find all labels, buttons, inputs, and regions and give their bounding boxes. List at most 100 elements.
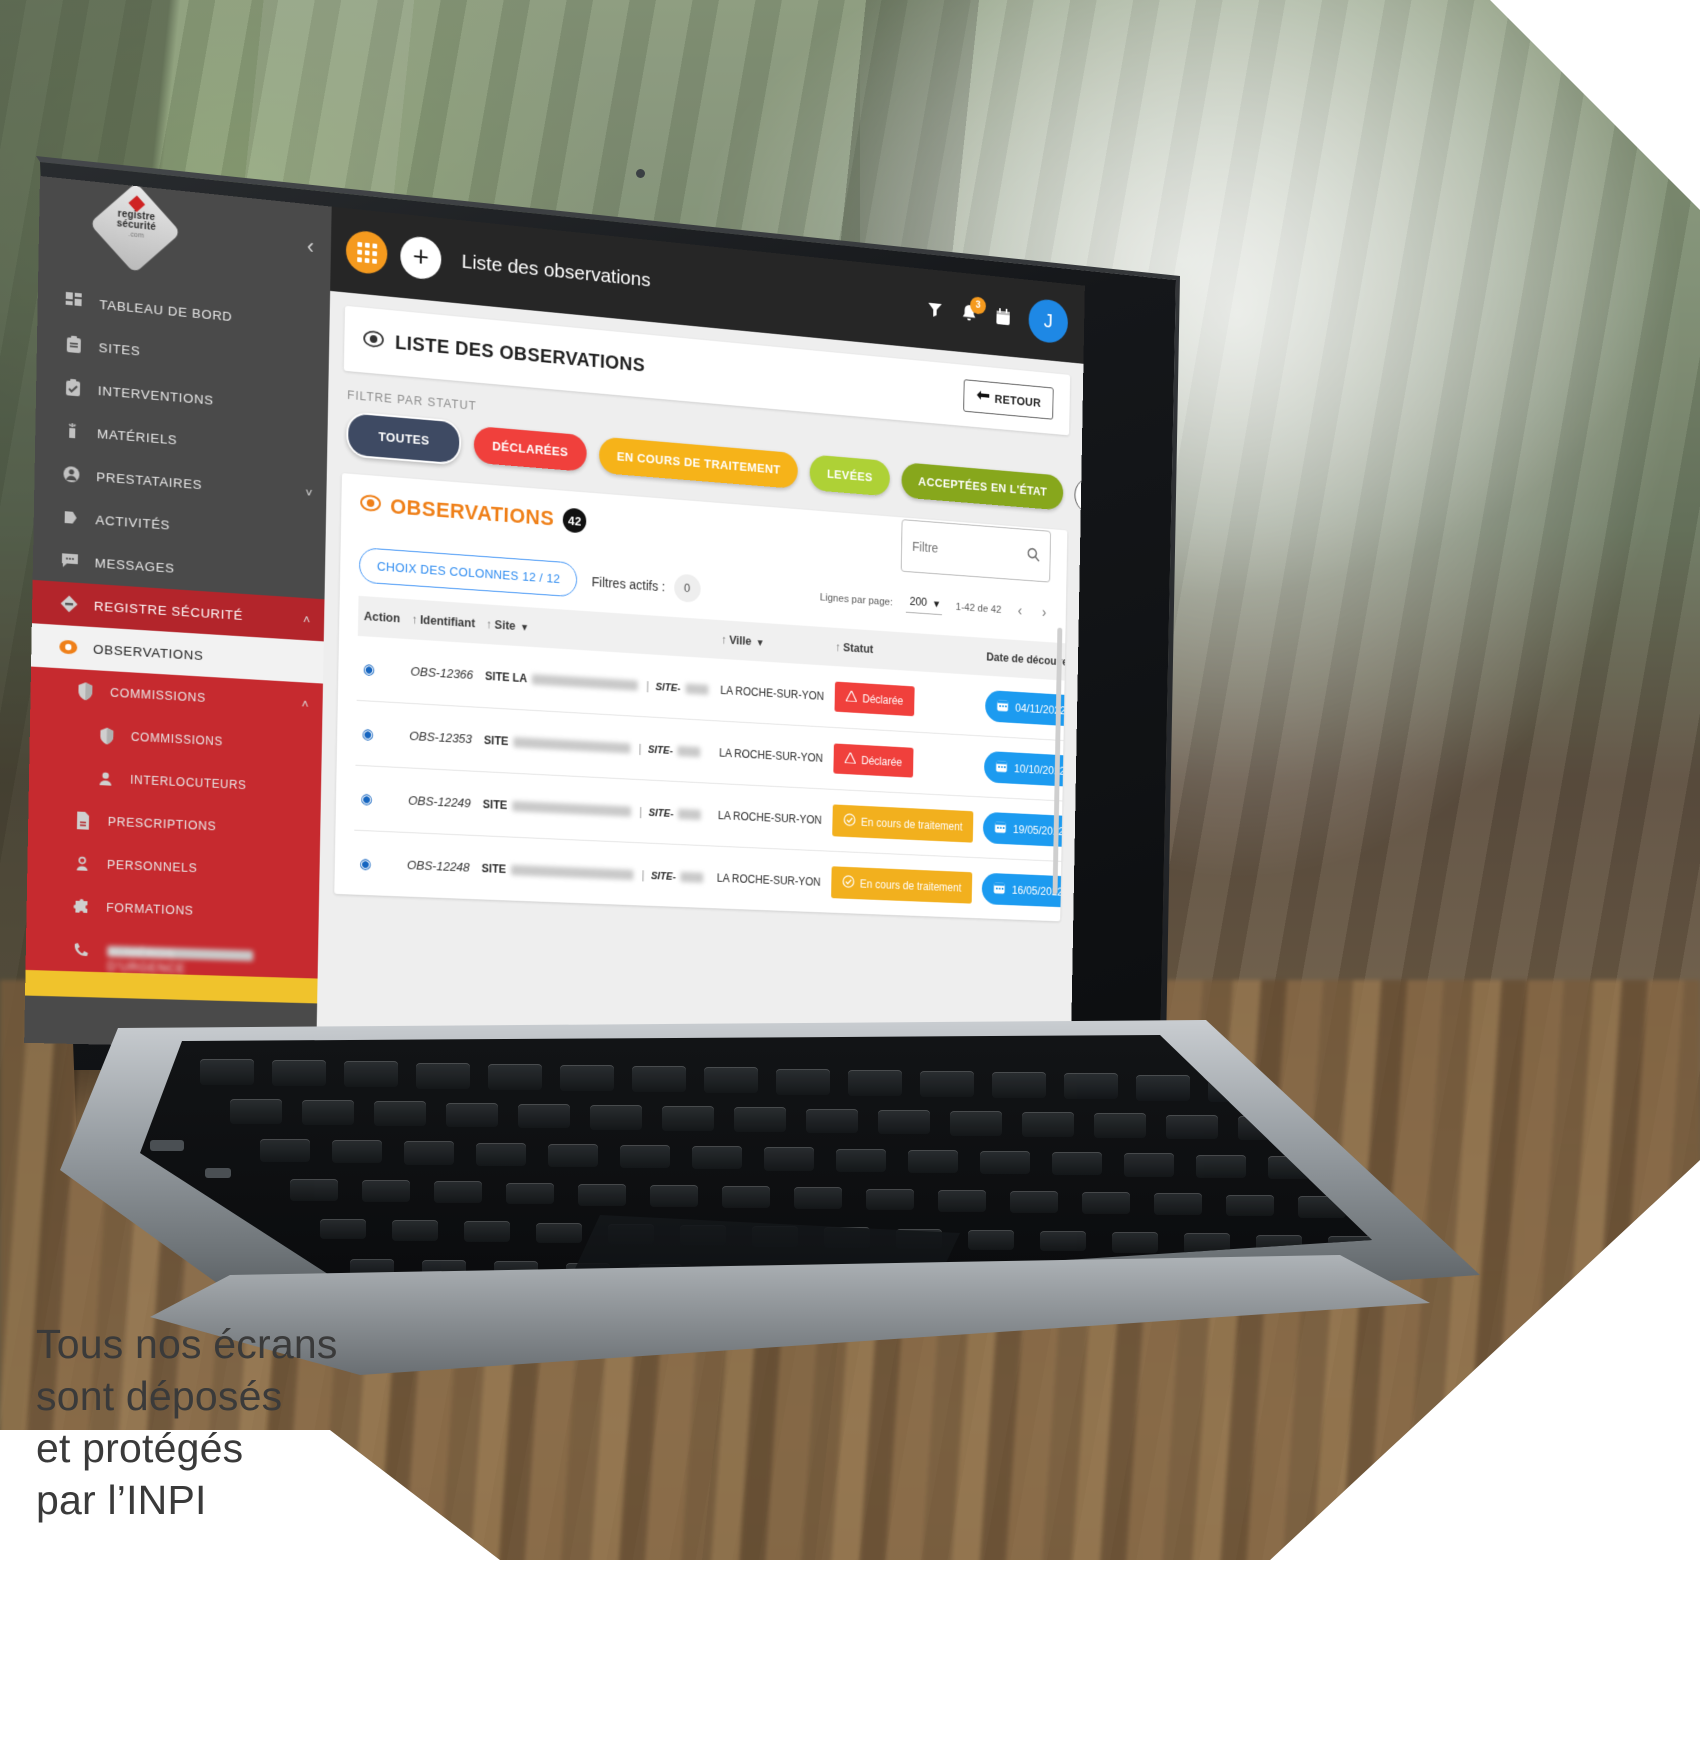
status-chip-en-cours-de-traitement[interactable]: EN COURS DE TRAITEMENT bbox=[598, 436, 799, 489]
keyboard-key[interactable] bbox=[1226, 1194, 1274, 1217]
keyboard-key[interactable] bbox=[1094, 1113, 1146, 1138]
keyboard-key[interactable] bbox=[200, 1059, 254, 1085]
keyboard-key[interactable] bbox=[476, 1142, 526, 1166]
keyboard-key[interactable] bbox=[632, 1066, 686, 1093]
pagination-prev-icon[interactable]: ‹ bbox=[1014, 603, 1025, 620]
keyboard-key[interactable] bbox=[836, 1148, 886, 1172]
keyboard-key[interactable] bbox=[1064, 1073, 1118, 1100]
status-chip-acceptees-en-letat[interactable]: ACCEPTÉES EN L'ÉTAT bbox=[901, 462, 1064, 511]
cell-action[interactable]: ◉ bbox=[353, 830, 402, 897]
keyboard-key[interactable] bbox=[272, 1060, 326, 1087]
keyboard-key[interactable] bbox=[260, 1139, 310, 1163]
cell-action[interactable]: ◉ bbox=[354, 765, 404, 833]
search-input[interactable] bbox=[912, 538, 1021, 562]
funnel-icon[interactable] bbox=[927, 301, 942, 319]
cell-action[interactable]: ◉ bbox=[351, 895, 401, 922]
keyboard-key[interactable] bbox=[650, 1185, 698, 1207]
eye-icon[interactable]: ◉ bbox=[362, 725, 375, 742]
avatar[interactable]: J bbox=[1028, 297, 1069, 345]
keyboard-key[interactable] bbox=[548, 1143, 598, 1167]
cell-action[interactable]: ◉ bbox=[355, 700, 405, 768]
keyboard-key[interactable] bbox=[776, 1068, 830, 1095]
keyboard-key[interactable] bbox=[536, 1222, 582, 1243]
keyboard-key[interactable] bbox=[488, 1063, 542, 1090]
keyboard-key[interactable] bbox=[302, 1100, 354, 1125]
keyboard-key[interactable] bbox=[1166, 1114, 1218, 1140]
add-button[interactable]: + bbox=[400, 234, 442, 281]
keyboard-key[interactable] bbox=[1196, 1154, 1246, 1178]
search-box[interactable] bbox=[900, 519, 1052, 583]
keyboard-key[interactable] bbox=[620, 1145, 670, 1169]
pagination-next-icon[interactable]: › bbox=[1038, 604, 1049, 621]
keyboard-key[interactable] bbox=[518, 1103, 570, 1129]
keyboard-key[interactable] bbox=[404, 1141, 454, 1165]
chevron-up-icon[interactable]: ˄ bbox=[301, 696, 309, 711]
keyboard-key[interactable] bbox=[1112, 1232, 1158, 1253]
keyboard-key[interactable] bbox=[590, 1105, 642, 1130]
eye-icon[interactable]: ◉ bbox=[358, 920, 371, 921]
eye-icon[interactable]: ◉ bbox=[363, 661, 376, 678]
keyboard-key[interactable] bbox=[992, 1072, 1046, 1099]
keyboard-key[interactable] bbox=[374, 1101, 426, 1126]
calendar-icon[interactable] bbox=[996, 307, 1011, 325]
search-icon[interactable] bbox=[1027, 546, 1040, 564]
keyboard-key[interactable] bbox=[734, 1107, 786, 1132]
funnel-icon[interactable]: ▼ bbox=[756, 638, 765, 649]
keyboard-key[interactable] bbox=[434, 1181, 482, 1204]
keyboard-key[interactable] bbox=[320, 1219, 366, 1240]
sidebar-item-numeros-d-urgence[interactable]: NUMÉROS D'URGENCE bbox=[25, 927, 318, 979]
columns-chooser-button[interactable]: CHOIX DES COLONNES 12 / 12 bbox=[358, 547, 578, 598]
keyboard-key[interactable] bbox=[866, 1188, 914, 1211]
apps-button[interactable] bbox=[345, 229, 388, 276]
keyboard-key[interactable] bbox=[806, 1108, 858, 1134]
keyboard-key[interactable] bbox=[764, 1147, 814, 1171]
keyboard-key[interactable] bbox=[950, 1111, 1002, 1136]
keyboard-key[interactable] bbox=[1040, 1231, 1086, 1252]
eye-icon[interactable]: ◉ bbox=[360, 790, 373, 807]
keyboard-key[interactable] bbox=[1052, 1152, 1102, 1176]
keyboard-key[interactable] bbox=[938, 1189, 986, 1212]
keyboard-key[interactable] bbox=[464, 1221, 510, 1242]
keyboard-key[interactable] bbox=[392, 1220, 438, 1241]
keyboard-key[interactable] bbox=[1136, 1074, 1190, 1101]
chevron-up-icon[interactable]: ˄ bbox=[303, 612, 311, 627]
keyboard-key[interactable] bbox=[332, 1140, 382, 1164]
eye-icon[interactable]: ◉ bbox=[359, 855, 372, 872]
funnel-icon[interactable]: ▼ bbox=[520, 623, 529, 634]
rows-per-page-select[interactable]: 200 ▾ bbox=[906, 594, 943, 615]
keyboard-key[interactable] bbox=[1082, 1192, 1130, 1214]
keyboard-key[interactable] bbox=[290, 1179, 338, 1201]
keyboard-key[interactable] bbox=[1022, 1112, 1074, 1137]
keyboard-key[interactable] bbox=[908, 1149, 958, 1173]
bell-icon[interactable]: 3 bbox=[961, 295, 987, 324]
back-button[interactable]: RETOUR bbox=[962, 379, 1054, 420]
keyboard-key[interactable] bbox=[446, 1102, 498, 1128]
keyboard-key[interactable] bbox=[848, 1069, 902, 1096]
cloud-upload-button[interactable] bbox=[1074, 475, 1084, 517]
keyboard-key[interactable] bbox=[1154, 1193, 1202, 1216]
chevron-down-icon[interactable]: ˅ bbox=[305, 485, 313, 500]
keyboard-key[interactable] bbox=[794, 1187, 842, 1210]
keyboard-key[interactable] bbox=[968, 1229, 1014, 1251]
keyboard-key[interactable] bbox=[980, 1151, 1030, 1175]
keyboard-key[interactable] bbox=[878, 1109, 930, 1135]
keyboard-key[interactable] bbox=[416, 1062, 470, 1089]
keyboard-key[interactable] bbox=[920, 1071, 974, 1097]
cell-action[interactable]: ◉ bbox=[356, 635, 406, 704]
keyboard-key[interactable] bbox=[560, 1065, 614, 1091]
keyboard-key[interactable] bbox=[344, 1061, 398, 1088]
keyboard-key[interactable] bbox=[1124, 1153, 1174, 1177]
sidebar-collapse-icon[interactable]: ‹ bbox=[307, 234, 314, 260]
keyboard-key[interactable] bbox=[722, 1186, 770, 1208]
keyboard-key[interactable] bbox=[362, 1180, 410, 1202]
th-identifiant[interactable]: ↑ Identifiant bbox=[405, 599, 481, 644]
status-chip-declarees[interactable]: DÉCLARÉES bbox=[473, 425, 587, 472]
keyboard-key[interactable] bbox=[662, 1106, 714, 1131]
status-chip-levees[interactable]: LEVÉES bbox=[809, 454, 890, 497]
keyboard-key[interactable] bbox=[704, 1067, 758, 1094]
keyboard-key[interactable] bbox=[506, 1182, 554, 1205]
keyboard-key[interactable] bbox=[230, 1099, 282, 1124]
keyboard-key[interactable] bbox=[578, 1183, 626, 1206]
status-chip-toutes[interactable]: TOUTES bbox=[346, 411, 462, 466]
keyboard-key[interactable] bbox=[1010, 1191, 1058, 1213]
